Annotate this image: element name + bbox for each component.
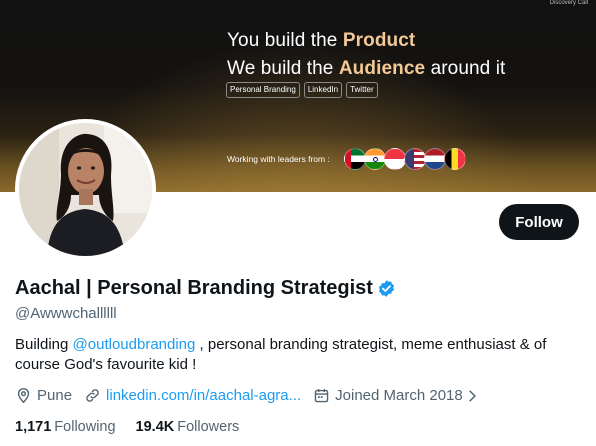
banner-tag: LinkedIn [303, 82, 343, 98]
profile-joined[interactable]: Joined March 2018 [313, 387, 479, 404]
netherlands-flag-icon [424, 148, 446, 170]
banner-corner-text: Discovery Call [550, 0, 588, 7]
banner-tag: Twitter [346, 82, 378, 98]
follow-button[interactable]: Follow [499, 204, 579, 240]
banner-corner-text-line2: Discovery Call [549, 0, 588, 6]
verified-badge-icon[interactable] [377, 279, 396, 298]
location-pin-icon [17, 388, 30, 404]
following-count: 1,171 [15, 419, 52, 435]
uae-flag-icon [344, 148, 366, 170]
following-label: Following [54, 419, 116, 435]
profile-location-text: Pune [37, 387, 73, 404]
profile-name: Aachal | Personal Branding Strategist [15, 277, 373, 299]
profile-stats: 1,171 Following 19.4K Followers [15, 419, 259, 435]
bio-mention-link[interactable]: @outloudbranding [73, 336, 196, 353]
banner-headline-2-suffix: around it [425, 58, 506, 79]
following-link[interactable]: 1,171 Following [15, 419, 116, 435]
usa-flag-icon [404, 148, 426, 170]
banner-tags: Personal Branding LinkedIn Twitter [226, 82, 378, 98]
banner-working-with: Working with leaders from : [227, 154, 330, 164]
banner-headline-2-text: We build the [227, 58, 339, 79]
profile-location: Pune [15, 387, 72, 404]
followers-label: Followers [177, 419, 240, 435]
singapore-flag-icon [384, 148, 406, 170]
india-flag-icon [364, 148, 386, 170]
followers-count: 19.4K [135, 419, 175, 435]
banner-headline-1-text: You build the [227, 30, 343, 51]
profile-website[interactable]: linkedin.com/in/aachal-agra... [84, 387, 301, 404]
profile-joined-text: Joined March 2018 [335, 387, 463, 404]
profile-avatar[interactable] [15, 119, 156, 260]
banner-headline-1: You build the Product [227, 30, 415, 52]
bio-text: Building [15, 336, 73, 353]
followers-link[interactable]: 19.4K Followers [136, 419, 240, 435]
banner-headline-2-highlight: Audience [338, 58, 426, 79]
calendar-icon [314, 389, 329, 403]
banner-tag: Personal Branding [226, 82, 300, 98]
profile-website-link[interactable]: linkedin.com/in/aachal-agra... [106, 387, 301, 404]
avatar-photo [19, 123, 152, 256]
profile-handle: @Awwwchallllll [15, 305, 117, 322]
profile-name-row: Aachal | Personal Branding Strategist [15, 277, 396, 300]
profile-meta: Pune linkedin.com/in/aachal-agra... Join… [15, 387, 491, 404]
banner-flags [344, 148, 466, 170]
profile-bio: Building @outloudbranding , personal bra… [15, 335, 585, 375]
banner-headline-1-highlight: Product [342, 30, 416, 51]
belgium-flag-icon [444, 148, 466, 170]
chevron-right-icon [468, 389, 476, 402]
banner-headline-2: We build the Audience around it [227, 58, 505, 80]
link-icon [86, 389, 99, 402]
